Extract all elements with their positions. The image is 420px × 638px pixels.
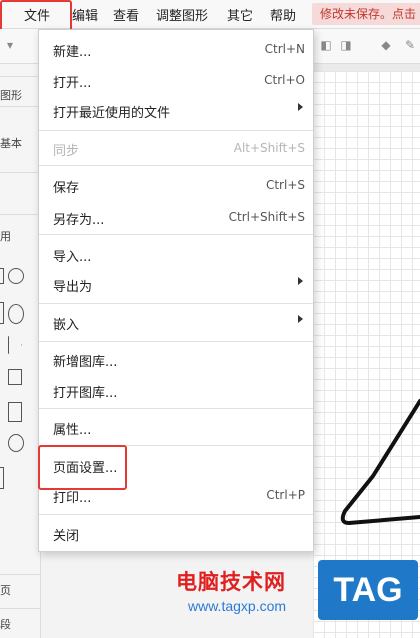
unsaved-changes-notice[interactable]: 修改未保存。点击	[312, 3, 420, 25]
watermark-site-name: 电脑技术网	[176, 570, 286, 594]
menu-item-open-recent[interactable]: 打开最近使用的文件	[39, 96, 313, 126]
menu-separator	[39, 303, 313, 304]
menu-edit[interactable]: 编辑	[72, 5, 98, 24]
menu-extras[interactable]: 其它	[227, 5, 253, 24]
submenu-arrow-icon	[298, 315, 303, 323]
menu-separator	[39, 130, 313, 131]
shape-rectangle[interactable]	[0, 268, 4, 284]
menu-item-close[interactable]: 关闭	[39, 519, 313, 549]
menu-separator	[39, 234, 313, 235]
shape-search-input[interactable]: 图形	[0, 87, 22, 103]
menu-help[interactable]: 帮助	[270, 5, 296, 24]
shape-tall-rect[interactable]	[0, 302, 4, 324]
dropdown-arrow-icon[interactable]: ▾	[2, 38, 18, 52]
menu-item-new-library[interactable]: 新增图库...	[39, 345, 313, 375]
shape-note[interactable]	[8, 402, 22, 422]
menu-separator	[39, 514, 313, 515]
menu-item-import[interactable]: 导入...	[39, 240, 313, 270]
shape-card[interactable]	[0, 467, 4, 489]
section-basic[interactable]: 基本	[0, 135, 22, 151]
menu-item-open-library[interactable]: 打开图库...	[39, 376, 313, 406]
shape-circle[interactable]	[8, 304, 24, 324]
to-front-icon[interactable]: ◧	[318, 38, 334, 52]
menu-item-save[interactable]: 保存 Ctrl+S	[39, 171, 313, 201]
menu-separator	[39, 408, 313, 409]
menu-separator	[39, 341, 313, 342]
sidebar-pages-label[interactable]: 页	[0, 582, 11, 598]
menu-item-export-as[interactable]: 导出为	[39, 270, 313, 300]
section-general[interactable]: 用	[0, 228, 11, 244]
menu-item-embed[interactable]: 嵌入	[39, 308, 313, 338]
watermark-tag-logo: TAG	[318, 560, 418, 620]
shape-ellipse[interactable]	[8, 268, 24, 284]
menu-arrange[interactable]: 调整图形	[156, 5, 208, 24]
menu-item-sync: 同步 Alt+Shift+S	[53, 141, 305, 159]
triangle-drawing[interactable]	[313, 71, 420, 638]
shapes-sidebar: 图形 基本 用 页 段	[0, 64, 41, 638]
submenu-arrow-icon	[298, 103, 303, 111]
submenu-arrow-icon	[298, 277, 303, 285]
menu-item-new[interactable]: 新建... Ctrl+N	[39, 35, 313, 65]
menu-item-properties[interactable]: 属性...	[39, 413, 313, 443]
menu-item-save-as[interactable]: 另存为... Ctrl+Shift+S	[39, 203, 313, 233]
watermark-url: www.tagxp.com	[188, 598, 287, 614]
shape-cylinder[interactable]	[8, 434, 24, 452]
sidebar-segment-label[interactable]: 段	[0, 616, 11, 632]
page-setup-highlight	[38, 445, 127, 490]
drawing-canvas[interactable]	[313, 71, 420, 638]
menu-separator	[39, 165, 313, 166]
shape-triangle[interactable]	[8, 336, 22, 354]
to-back-icon[interactable]: ◨	[338, 38, 354, 52]
fill-color-icon[interactable]: ◆	[378, 38, 394, 52]
menu-view[interactable]: 查看	[113, 5, 139, 24]
shape-cube[interactable]	[8, 369, 22, 385]
menu-item-open[interactable]: 打开... Ctrl+O	[39, 66, 313, 96]
line-color-icon[interactable]: ✎	[402, 38, 418, 52]
